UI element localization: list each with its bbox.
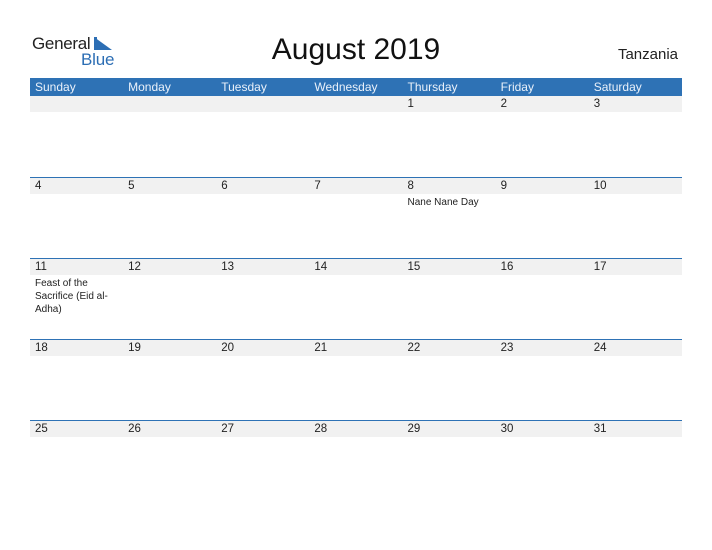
day-event bbox=[123, 112, 216, 114]
day-number: 14 bbox=[314, 261, 328, 273]
day-event bbox=[216, 356, 309, 358]
day-number: 15 bbox=[407, 261, 421, 273]
day-number: 2 bbox=[500, 98, 508, 110]
day-number: 29 bbox=[407, 423, 421, 435]
day-event bbox=[216, 194, 309, 209]
day-event bbox=[309, 275, 402, 316]
country-label: Tanzania bbox=[617, 46, 678, 63]
events-row: Nane Nane Day bbox=[30, 194, 682, 209]
day-number bbox=[216, 96, 309, 112]
day-number: 7 bbox=[314, 180, 321, 192]
day-event bbox=[30, 437, 123, 439]
day-event bbox=[589, 194, 682, 209]
day-number: 8 bbox=[407, 180, 414, 192]
day-event bbox=[123, 275, 216, 316]
day-number: 26 bbox=[128, 423, 141, 435]
day-number: 28 bbox=[314, 423, 328, 435]
weekday-header: Sunday Monday Tuesday Wednesday Thursday… bbox=[30, 78, 682, 96]
day-event bbox=[123, 437, 216, 439]
day-event: Feast of the Sacrifice (Eid al-Adha) bbox=[35, 278, 108, 315]
day-event bbox=[30, 112, 123, 114]
day-number: 1 bbox=[407, 98, 414, 110]
week-row: 4 5 6 7 8 9 10 Nane Nane Day bbox=[30, 177, 682, 258]
day-event bbox=[589, 437, 682, 439]
day-number: 10 bbox=[593, 180, 607, 192]
day-event bbox=[496, 356, 589, 358]
day-event bbox=[589, 275, 682, 316]
day-number: 3 bbox=[593, 98, 601, 110]
day-number bbox=[30, 96, 123, 112]
week-row: 11 12 13 14 15 16 17 Feast of the Sacrifice (Ei… bbox=[30, 258, 682, 339]
day-number: 11 bbox=[35, 261, 47, 273]
day-number: 18 bbox=[35, 342, 48, 354]
day-number: 19 bbox=[128, 342, 141, 354]
week-row: 18 19 20 21 22 23 24 bbox=[30, 339, 682, 420]
day-event bbox=[309, 437, 402, 439]
weekday-tuesday: Tuesday bbox=[221, 80, 267, 94]
day-event bbox=[496, 112, 589, 114]
day-number: 16 bbox=[500, 261, 514, 273]
day-event bbox=[309, 194, 402, 209]
day-number: 30 bbox=[500, 423, 514, 435]
weekday-thursday: Thursday bbox=[407, 80, 458, 94]
day-number: 21 bbox=[314, 342, 328, 354]
day-number: 24 bbox=[593, 342, 607, 354]
calendar-grid: Sunday Monday Tuesday Wednesday Thursday… bbox=[30, 78, 682, 501]
day-number: 27 bbox=[221, 423, 235, 435]
day-event bbox=[403, 356, 496, 358]
weekday-sunday: Sunday bbox=[35, 80, 76, 94]
events-row bbox=[30, 356, 682, 358]
day-event bbox=[30, 194, 123, 209]
day-number: 13 bbox=[221, 261, 235, 273]
day-event bbox=[496, 194, 589, 209]
day-number: 4 bbox=[35, 180, 42, 192]
day-event bbox=[309, 356, 402, 358]
day-number: 12 bbox=[128, 261, 141, 273]
day-number: 5 bbox=[128, 180, 135, 192]
date-row: 11 12 13 14 15 16 17 bbox=[30, 259, 682, 275]
day-number: 9 bbox=[500, 180, 508, 192]
week-row: 25 26 27 28 29 30 31 bbox=[30, 420, 682, 501]
day-event bbox=[403, 437, 496, 439]
day-number: 31 bbox=[593, 423, 607, 435]
day-event bbox=[496, 275, 589, 316]
week-row: 1 2 3 bbox=[30, 96, 682, 177]
day-number bbox=[123, 96, 216, 112]
day-event bbox=[123, 194, 216, 209]
weekday-saturday: Saturday bbox=[593, 80, 642, 94]
events-row bbox=[30, 112, 682, 114]
events-row: Feast of the Sacrifice (Eid al-Adha) bbox=[30, 275, 682, 316]
day-number: 6 bbox=[221, 180, 228, 192]
day-event bbox=[589, 356, 682, 358]
weekday-friday: Friday bbox=[500, 80, 534, 94]
date-row: 1 2 3 bbox=[30, 96, 682, 112]
day-number bbox=[309, 96, 402, 112]
day-number: 23 bbox=[500, 342, 514, 354]
day-number: 20 bbox=[221, 342, 235, 354]
day-event bbox=[403, 275, 496, 316]
day-number: 22 bbox=[407, 342, 421, 354]
day-event bbox=[30, 356, 123, 358]
day-event bbox=[496, 437, 589, 439]
date-row: 4 5 6 7 8 9 10 bbox=[30, 178, 682, 194]
weekday-monday: Monday bbox=[128, 80, 171, 94]
weeks-container: 1 2 3 4 5 6 7 8 9 10 Nane Nane Day 11 12 13 14 15 16 17 Fe… bbox=[30, 96, 682, 501]
day-event bbox=[216, 275, 309, 316]
day-event bbox=[309, 112, 402, 114]
weekday-wednesday: Wednesday bbox=[314, 80, 378, 94]
day-event bbox=[589, 112, 682, 114]
day-event: Nane Nane Day bbox=[407, 197, 479, 208]
day-number: 25 bbox=[35, 423, 48, 435]
day-event bbox=[123, 356, 216, 358]
date-row: 18 19 20 21 22 23 24 bbox=[30, 340, 682, 356]
events-row bbox=[30, 437, 682, 439]
day-number: 17 bbox=[593, 261, 607, 273]
day-event bbox=[216, 437, 309, 439]
page-title: August 2019 bbox=[271, 33, 441, 66]
date-row: 25 26 27 28 29 30 31 bbox=[30, 421, 682, 437]
day-event bbox=[216, 112, 309, 114]
day-event bbox=[403, 112, 496, 114]
